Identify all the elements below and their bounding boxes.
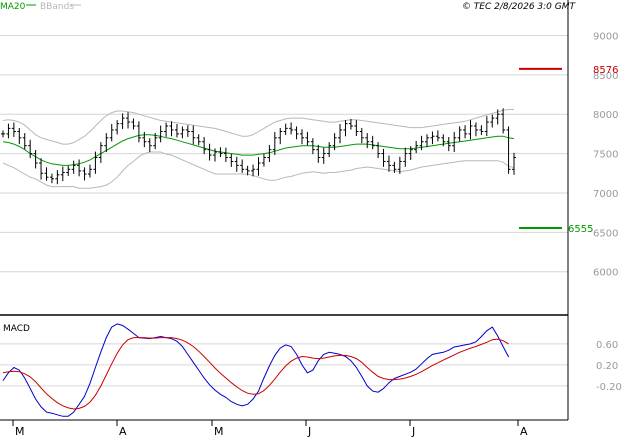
chart-background — [0, 0, 627, 440]
legend-ma20-label: MA20 — [0, 2, 26, 12]
price-tick-label: 7500 — [593, 150, 618, 161]
chart-canvas: 9000850080007500700065006000 0.600.20-0.… — [0, 0, 627, 440]
copyright-text: © TEC 2/8/2026 3:0 GMT — [462, 2, 577, 12]
macd-tick-label: 0.20 — [596, 361, 618, 372]
x-tick-label: A — [520, 425, 528, 438]
price-tick-label: 6000 — [593, 268, 618, 279]
legend: MA20 BBands — [0, 2, 81, 12]
x-tick-label: J — [307, 425, 311, 438]
x-tick-label: M — [214, 425, 224, 438]
price-tick-label: 8000 — [593, 110, 618, 121]
stock-chart: 9000 8500 8000 7500 7000 6500 6000 0.60 0.20 -0.… — [0, 0, 627, 440]
legend-bbands-label: BBands — [40, 2, 74, 12]
price-tick-label: 7000 — [593, 189, 618, 200]
macd-title: MACD — [3, 324, 30, 334]
price-tick-label: 9000 — [593, 31, 618, 42]
level-label: 8576 — [593, 65, 618, 76]
price-tick-label: 6500 — [593, 228, 618, 239]
level-label: 6555 — [568, 224, 593, 235]
x-tick-label: M — [15, 425, 25, 438]
x-tick-label: J — [411, 425, 415, 438]
macd-tick-label: -0.20 — [596, 382, 622, 393]
macd-tick-label: 0.60 — [596, 340, 618, 351]
x-tick-label: A — [119, 425, 127, 438]
